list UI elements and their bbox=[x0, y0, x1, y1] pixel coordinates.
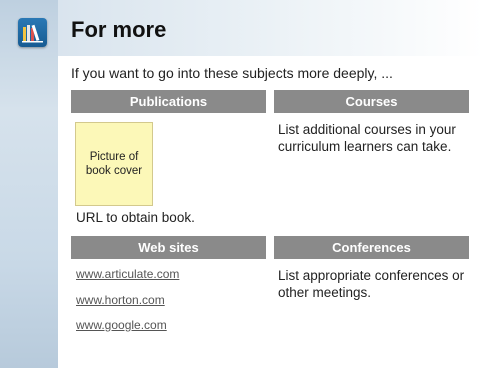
page-title: For more bbox=[71, 17, 167, 42]
web-sites-header: Web sites bbox=[71, 236, 266, 259]
link-google[interactable]: www.google.com bbox=[76, 318, 167, 332]
conferences-text: List appropriate conferences or other me… bbox=[278, 268, 465, 300]
book-url-caption: URL to obtain book. bbox=[76, 210, 195, 225]
library-books-icon-graphic bbox=[22, 24, 43, 43]
publications-header: Publications bbox=[71, 90, 266, 113]
link-articulate[interactable]: www.articulate.com bbox=[76, 267, 179, 281]
link-horton[interactable]: www.horton.com bbox=[76, 293, 165, 307]
courses-text: List additional courses in your curricul… bbox=[278, 122, 456, 154]
courses-header: Courses bbox=[274, 90, 469, 113]
book-cover-placeholder: Picture of book cover bbox=[75, 122, 153, 206]
conferences-header: Conferences bbox=[274, 236, 469, 259]
intro-text: If you want to go into these subjects mo… bbox=[71, 65, 393, 81]
library-books-icon bbox=[18, 18, 47, 47]
left-sidebar bbox=[0, 0, 59, 368]
